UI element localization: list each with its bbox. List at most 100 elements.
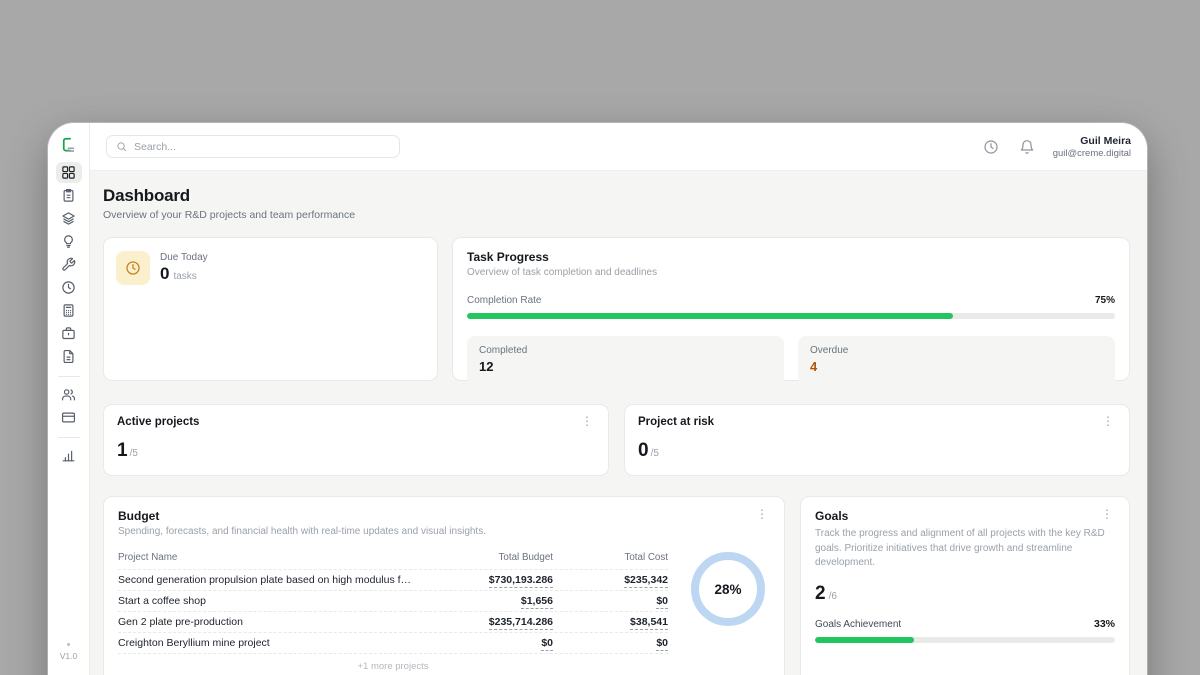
grid-icon xyxy=(61,165,76,180)
budget-subtitle: Spending, forecasts, and financial healt… xyxy=(118,526,770,537)
total-budget-value[interactable]: $0 xyxy=(541,637,553,651)
bar-chart-icon xyxy=(61,448,76,463)
sidebar: V1.0 xyxy=(48,123,90,675)
more-projects-link[interactable]: +1 more projects xyxy=(118,654,668,672)
due-today-iconbox xyxy=(116,251,150,285)
sidebar-item-dashboard[interactable] xyxy=(56,162,82,183)
budget-title: Budget xyxy=(118,509,159,523)
goals-achievement-bar-fill xyxy=(815,637,914,643)
active-projects-card: Active projects ⋮ 1 /5 xyxy=(103,404,609,476)
due-today-card[interactable]: Due Today 0 tasks xyxy=(103,237,438,381)
sidebar-item-team[interactable] xyxy=(56,384,82,405)
search-icon xyxy=(116,141,127,152)
topbar-actions: Guil Meira guil@creme.digital xyxy=(963,135,1131,159)
credit-card-icon xyxy=(61,410,76,425)
sidebar-item-billing[interactable] xyxy=(56,407,82,428)
task-progress-subtitle: Overview of task completion and deadline… xyxy=(467,267,1115,278)
budget-card: Budget ⋮ Spending, forecasts, and financ… xyxy=(103,496,785,675)
budget-ring-chart: 28% xyxy=(691,552,765,626)
budget-table: Project Name Total Budget Total Cost Sec… xyxy=(118,552,668,672)
table-row[interactable]: Gen 2 plate pre-production $235,714.286 … xyxy=(118,612,668,633)
project-at-risk-card: Project at risk ⋮ 0 /5 xyxy=(624,404,1130,476)
task-progress-title: Task Progress xyxy=(467,250,1115,264)
app-logo-icon xyxy=(59,135,79,155)
sidebar-item-projects[interactable] xyxy=(56,208,82,229)
active-projects-value: 1 xyxy=(117,440,128,462)
table-row[interactable]: Creighton Beryllium mine project $0 $0 xyxy=(118,633,668,654)
col-total-cost: Total Cost xyxy=(553,552,668,563)
active-projects-total: /5 xyxy=(130,448,138,459)
completed-stat-box: Completed 12 xyxy=(467,336,784,386)
due-today-label: Due Today xyxy=(160,252,208,263)
total-cost-value[interactable]: $38,541 xyxy=(630,616,668,630)
project-name: Start a coffee shop xyxy=(118,595,423,607)
sidebar-item-analytics[interactable] xyxy=(56,445,82,466)
project-name: Gen 2 plate pre-production xyxy=(118,616,423,628)
col-total-budget: Total Budget xyxy=(423,552,553,563)
total-cost-value[interactable]: $0 xyxy=(656,637,668,651)
completion-rate-label: Completion Rate xyxy=(467,295,541,306)
row-top: Due Today 0 tasks Task Progress Overview… xyxy=(103,237,1130,381)
due-today-value: 0 xyxy=(160,264,169,284)
goals-subtitle: Track the progress and alignment of all … xyxy=(815,527,1115,571)
kebab-menu-icon[interactable]: ⋮ xyxy=(754,509,770,519)
goals-achievement-label: Goals Achievement xyxy=(815,619,901,630)
total-budget-value[interactable]: $730,193.286 xyxy=(489,574,553,588)
table-row[interactable]: Start a coffee shop $1,656 $0 xyxy=(118,591,668,612)
active-projects-title: Active projects xyxy=(117,416,199,428)
project-at-risk-title: Project at risk xyxy=(638,416,714,428)
goals-value: 2 xyxy=(815,583,826,605)
clock-icon xyxy=(125,260,141,276)
briefcase-icon xyxy=(61,326,76,341)
file-icon xyxy=(61,349,76,364)
clock-icon xyxy=(983,139,999,155)
sidebar-divider xyxy=(58,376,80,377)
goals-achievement-value: 33% xyxy=(1094,618,1115,630)
total-budget-value[interactable]: $1,656 xyxy=(521,595,553,609)
kebab-menu-icon[interactable]: ⋮ xyxy=(579,416,595,426)
project-at-risk-value: 0 xyxy=(638,440,649,462)
budget-ring-wrap: 28% xyxy=(686,552,770,672)
sidebar-item-time[interactable] xyxy=(56,277,82,298)
notifications-bell-button[interactable] xyxy=(1019,139,1035,155)
sidebar-item-documents[interactable] xyxy=(56,346,82,367)
user-name: Guil Meira xyxy=(1053,135,1131,147)
sidebar-item-tasks[interactable] xyxy=(56,185,82,206)
budget-ring-value: 28% xyxy=(714,582,741,597)
total-cost-value[interactable]: $235,342 xyxy=(624,574,668,588)
project-at-risk-total: /5 xyxy=(651,448,659,459)
project-name: Creighton Beryllium mine project xyxy=(118,637,423,649)
completion-rate-bar-fill xyxy=(467,313,953,319)
completion-rate-value: 75% xyxy=(1095,295,1115,306)
page-title: Dashboard xyxy=(103,171,1130,206)
calculator-icon xyxy=(61,303,76,318)
completed-label: Completed xyxy=(479,345,772,356)
sidebar-item-ideas[interactable] xyxy=(56,231,82,252)
bell-icon xyxy=(1019,139,1035,155)
clipboard-icon xyxy=(61,188,76,203)
kebab-menu-icon[interactable]: ⋮ xyxy=(1100,416,1116,426)
col-project-name: Project Name xyxy=(118,552,423,563)
user-menu[interactable]: Guil Meira guil@creme.digital xyxy=(1053,135,1131,159)
search-box[interactable] xyxy=(106,135,400,158)
table-row[interactable]: Second generation propulsion plate based… xyxy=(118,570,668,591)
total-budget-value[interactable]: $235,714.286 xyxy=(489,616,553,630)
history-clock-button[interactable] xyxy=(983,139,999,155)
total-cost-value[interactable]: $0 xyxy=(656,595,668,609)
app-version: V1.0 xyxy=(60,651,78,661)
goals-card: Goals ⋮ Track the progress and alignment… xyxy=(800,496,1130,675)
overdue-stat-box: Overdue 4 xyxy=(798,336,1115,386)
due-today-unit: tasks xyxy=(173,271,196,282)
search-input[interactable] xyxy=(134,141,390,153)
sidebar-item-tools[interactable] xyxy=(56,254,82,275)
sidebar-divider xyxy=(58,437,80,438)
dashboard-content: Dashboard Overview of your R&D projects … xyxy=(90,171,1147,675)
due-today-info: Due Today 0 tasks xyxy=(160,251,208,284)
user-email: guil@creme.digital xyxy=(1053,148,1131,159)
completed-value: 12 xyxy=(479,359,772,374)
sidebar-footer: V1.0 xyxy=(60,643,78,661)
clock-icon xyxy=(61,280,76,295)
sidebar-item-portfolio[interactable] xyxy=(56,323,82,344)
kebab-menu-icon[interactable]: ⋮ xyxy=(1099,509,1115,519)
sidebar-item-calculator[interactable] xyxy=(56,300,82,321)
